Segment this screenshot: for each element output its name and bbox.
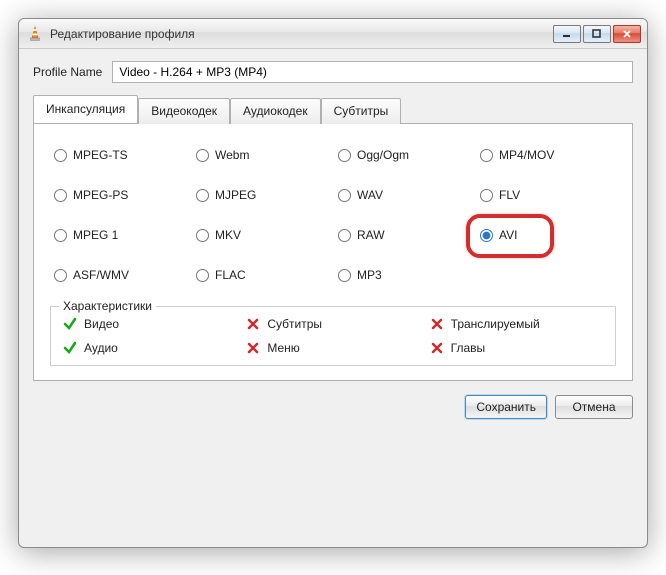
radio-input[interactable]: [338, 149, 351, 162]
profile-name-input[interactable]: [112, 61, 633, 83]
format-radio-flac[interactable]: FLAC: [196, 268, 328, 282]
tab-encapsulation[interactable]: Инкапсуляция: [33, 95, 138, 123]
format-radio-mp4-mov[interactable]: MP4/MOV: [480, 148, 612, 162]
radio-input[interactable]: [54, 189, 67, 202]
maximize-button[interactable]: [583, 25, 611, 43]
format-radio-mpeg-1[interactable]: MPEG 1: [54, 228, 186, 242]
radio-input[interactable]: [196, 149, 209, 162]
format-grid: MPEG-TS Webm Ogg/Ogm MP4/MOV MPEG-PS MJPEG WAV…: [54, 148, 612, 282]
tab-video-codec[interactable]: Видеокодек: [138, 98, 230, 124]
feature-subtitles: Субтитры: [246, 317, 419, 331]
radio-label: RAW: [357, 228, 385, 242]
vlc-icon: [27, 26, 43, 42]
radio-label: MPEG 1: [73, 228, 118, 242]
radio-input[interactable]: [196, 189, 209, 202]
radio-label: AVI: [499, 228, 517, 242]
radio-input[interactable]: [480, 149, 493, 162]
dialog-body: Profile Name Инкапсуляция Видеокодек Ауд…: [19, 49, 647, 433]
dialog-window: Редактирование профиля Profile Name Ин: [18, 18, 648, 548]
radio-input[interactable]: [338, 269, 351, 282]
tabset: Инкапсуляция Видеокодек Аудиокодек Субти…: [33, 95, 633, 381]
tab-panel-encapsulation: MPEG-TS Webm Ogg/Ogm MP4/MOV MPEG-PS MJPEG WAV…: [33, 123, 633, 381]
radio-input[interactable]: [54, 229, 67, 242]
feature-video: Видео: [63, 317, 236, 331]
radio-input[interactable]: [196, 269, 209, 282]
radio-label: Ogg/Ogm: [357, 148, 409, 162]
radio-label: FLAC: [215, 268, 246, 282]
radio-label: MKV: [215, 228, 241, 242]
feature-label: Субтитры: [267, 317, 322, 331]
dialog-buttons: Сохранить Отмена: [33, 395, 633, 419]
tab-strip: Инкапсуляция Видеокодек Аудиокодек Субти…: [33, 95, 633, 123]
radio-input[interactable]: [480, 189, 493, 202]
window-title: Редактирование профиля: [50, 27, 553, 41]
profile-name-label: Profile Name: [33, 65, 102, 79]
format-radio-asf-wmv[interactable]: ASF/WMV: [54, 268, 186, 282]
format-radio-mkv[interactable]: MKV: [196, 228, 328, 242]
features-title: Характеристики: [59, 299, 156, 313]
format-radio-mpeg-ts[interactable]: MPEG-TS: [54, 148, 186, 162]
tab-audio-codec[interactable]: Аудиокодек: [230, 98, 321, 124]
feature-audio: Аудио: [63, 341, 236, 355]
format-radio-mpeg-ps[interactable]: MPEG-PS: [54, 188, 186, 202]
radio-input[interactable]: [54, 149, 67, 162]
features-grid: Видео Субтитры Транслируем: [63, 317, 603, 355]
check-icon: [63, 317, 77, 331]
profile-name-row: Profile Name: [33, 61, 633, 83]
radio-input[interactable]: [338, 189, 351, 202]
cross-icon: [246, 341, 260, 355]
radio-label: ASF/WMV: [73, 268, 129, 282]
format-radio-mjpeg[interactable]: MJPEG: [196, 188, 328, 202]
radio-label: WAV: [357, 188, 383, 202]
titlebar[interactable]: Редактирование профиля: [19, 19, 647, 49]
format-radio-avi[interactable]: AVI: [480, 228, 612, 242]
radio-label: MP3: [357, 268, 382, 282]
feature-label: Меню: [267, 341, 299, 355]
cross-icon: [246, 317, 260, 331]
radio-label: MPEG-PS: [73, 188, 128, 202]
close-button[interactable]: [613, 25, 641, 43]
cancel-button[interactable]: Отмена: [555, 395, 633, 419]
radio-input[interactable]: [338, 229, 351, 242]
radio-label: MJPEG: [215, 188, 256, 202]
format-radio-webm[interactable]: Webm: [196, 148, 328, 162]
feature-streamable: Транслируемый: [430, 317, 603, 331]
minimize-button[interactable]: [553, 25, 581, 43]
radio-label: MPEG-TS: [73, 148, 128, 162]
tab-subtitles[interactable]: Субтитры: [321, 98, 402, 124]
radio-input[interactable]: [480, 229, 493, 242]
cross-icon: [430, 341, 444, 355]
feature-label: Транслируемый: [451, 317, 540, 331]
radio-label: FLV: [499, 188, 520, 202]
cross-icon: [430, 317, 444, 331]
features-box: Характеристики Видео Субтитр: [50, 306, 616, 366]
save-button[interactable]: Сохранить: [465, 395, 547, 419]
window-controls: [553, 25, 641, 43]
format-radio-wav[interactable]: WAV: [338, 188, 470, 202]
radio-input[interactable]: [54, 269, 67, 282]
feature-label: Видео: [84, 317, 119, 331]
feature-chapters: Главы: [430, 341, 603, 355]
radio-label: Webm: [215, 148, 249, 162]
format-radio-ogg-ogm[interactable]: Ogg/Ogm: [338, 148, 470, 162]
format-radio-mp3[interactable]: MP3: [338, 268, 470, 282]
check-icon: [63, 341, 77, 355]
radio-label: MP4/MOV: [499, 148, 554, 162]
feature-menu: Меню: [246, 341, 419, 355]
format-radio-flv[interactable]: FLV: [480, 188, 612, 202]
format-radio-raw[interactable]: RAW: [338, 228, 470, 242]
radio-input[interactable]: [196, 229, 209, 242]
feature-label: Главы: [451, 341, 486, 355]
feature-label: Аудио: [84, 341, 118, 355]
